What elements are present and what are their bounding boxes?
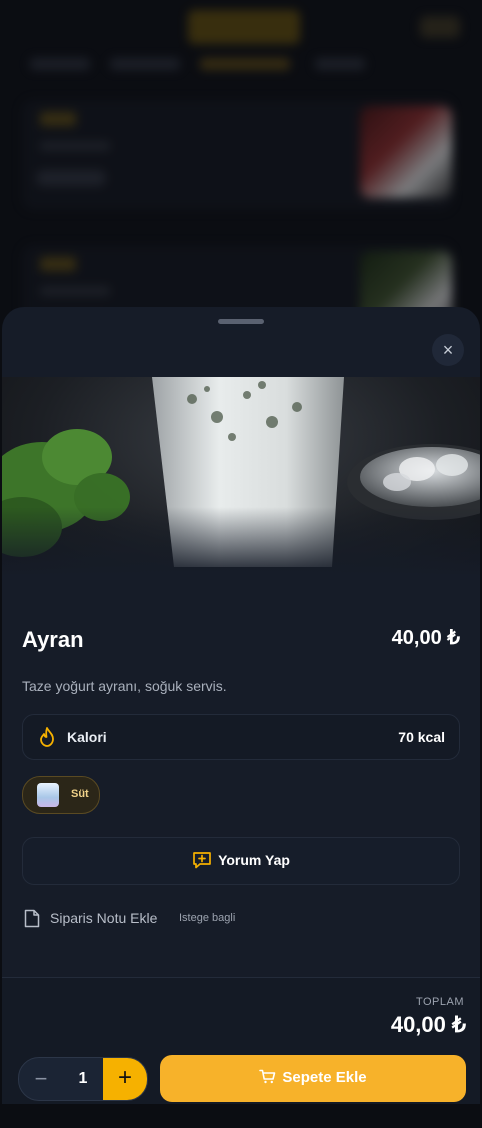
comment-plus-icon <box>193 852 211 869</box>
add-to-cart-content: Sepete Ekle <box>160 1069 466 1086</box>
product-image <box>2 377 480 577</box>
product-price: 40,00 ₺ <box>391 627 460 649</box>
total-value: 40,00 ₺ <box>390 1012 466 1037</box>
background-category-tabs <box>30 58 422 74</box>
review-button-label: Yorum Yap <box>218 852 290 868</box>
sheet-drag-handle[interactable] <box>218 319 264 324</box>
cart-icon <box>259 1069 276 1084</box>
write-review-button[interactable]: Yorum Yap <box>22 837 460 885</box>
quantity-stepper: − 1 + <box>18 1057 148 1101</box>
background-bottom-bar <box>20 1112 170 1126</box>
review-button-content: Yorum Yap <box>23 851 459 869</box>
document-icon <box>24 909 40 928</box>
ingredient-label: Süt <box>71 788 89 800</box>
background-top-button <box>420 16 460 38</box>
background-logo <box>188 10 300 44</box>
nutrition-row: Kalori 70 kcal <box>22 714 460 760</box>
total-label: TOPLAM <box>415 996 464 1008</box>
nutrition-label: Kalori <box>67 729 107 745</box>
close-button[interactable]: × <box>432 334 464 366</box>
product-name: Ayran <box>22 627 84 652</box>
nutrition-value: 70 kcal <box>398 729 445 745</box>
background-product-card <box>22 100 452 210</box>
note-optional-hint: Istege bagli <box>179 912 236 924</box>
flame-icon <box>40 727 54 747</box>
note-label: Siparis Notu Ekle <box>50 910 158 926</box>
increase-quantity-button[interactable]: + <box>103 1058 147 1100</box>
decrease-quantity-button[interactable]: − <box>19 1058 63 1100</box>
ingredient-chip: Süt <box>22 776 100 814</box>
sheet-footer: TOPLAM 40,00 ₺ − 1 + Sepete Ekle <box>2 977 480 1104</box>
add-order-note[interactable]: Siparis Notu Ekle Istege bagli <box>22 908 322 930</box>
add-to-cart-label: Sepete Ekle <box>282 1069 367 1086</box>
quantity-value: 1 <box>78 1070 88 1087</box>
add-to-cart-button[interactable]: Sepete Ekle <box>160 1055 466 1102</box>
image-fade <box>2 507 480 577</box>
product-detail-sheet: × Ayran 40,00 ₺ Taze yoğurt ayranı, soğu… <box>2 307 480 1104</box>
product-description: Taze yoğurt ayranı, soğuk servis. <box>22 678 227 694</box>
milk-glass-icon <box>37 783 59 807</box>
